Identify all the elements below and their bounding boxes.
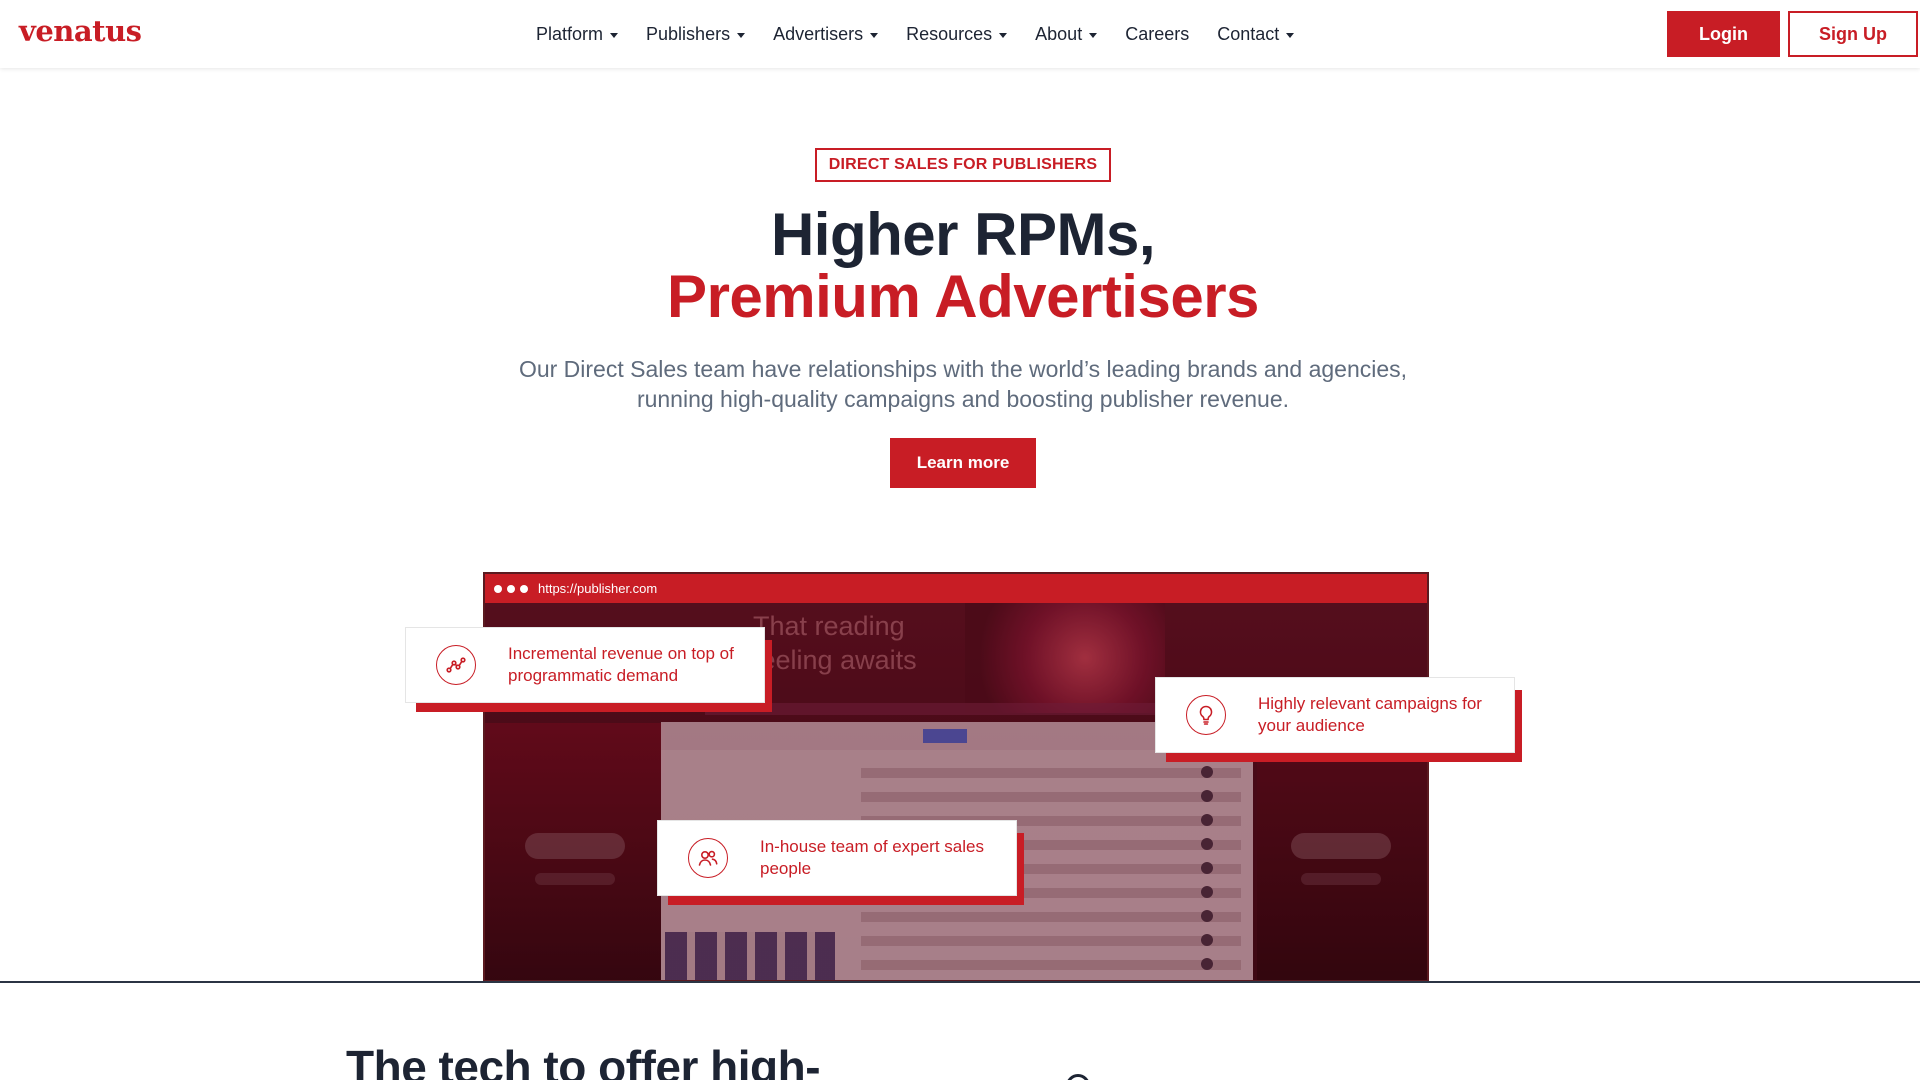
window-dot-icon: [507, 584, 515, 593]
nav-item-resources[interactable]: Resources: [906, 23, 1008, 45]
chevron-down-icon: [870, 32, 879, 38]
chevron-down-icon: [1286, 32, 1295, 38]
nav-label: About: [1035, 23, 1083, 44]
nav-label: Contact: [1217, 23, 1280, 44]
decorative-circle-icon: [1066, 1074, 1090, 1080]
window-dot-icon: [520, 584, 528, 593]
chart-line-icon: [436, 645, 476, 685]
main-nav: Platform Publishers Advertisers Resource…: [536, 0, 1322, 68]
chevron-down-icon: [610, 32, 619, 38]
hero-subtitle-line1: Our Direct Sales team have relationships…: [518, 356, 1408, 382]
login-button[interactable]: Login: [1667, 11, 1780, 57]
feature-text-line1: Highly relevant campaigns for: [1258, 694, 1482, 713]
nav-item-about[interactable]: About: [1035, 23, 1098, 45]
nav-label: Advertisers: [773, 23, 864, 44]
nav-item-contact[interactable]: Contact: [1217, 23, 1295, 45]
feature-card-relevant-campaigns: Highly relevant campaigns for your audie…: [1155, 677, 1515, 753]
feature-text: Highly relevant campaigns for your audie…: [1258, 693, 1482, 737]
feature-text: Incremental revenue on top of programmat…: [508, 643, 734, 687]
signup-button[interactable]: Sign Up: [1788, 11, 1918, 57]
nav-item-platform[interactable]: Platform: [536, 23, 619, 45]
chevron-down-icon: [999, 32, 1008, 38]
feature-text-line2: your audience: [1258, 716, 1365, 735]
section-divider: [0, 981, 1920, 983]
users-icon: [688, 838, 728, 878]
nav-label: Publishers: [646, 23, 731, 44]
nav-item-publishers[interactable]: Publishers: [646, 23, 746, 45]
feature-text-line1: Incremental revenue on top of: [508, 644, 734, 663]
nav-label: Careers: [1125, 23, 1190, 44]
chevron-down-icon: [737, 32, 746, 38]
venatus-logo[interactable]: venatus: [19, 14, 142, 48]
chevron-down-icon: [1089, 32, 1098, 38]
feature-text-line1: In-house team of expert sales: [760, 837, 984, 856]
nav-item-advertisers[interactable]: Advertisers: [773, 23, 879, 45]
lightbulb-icon: [1186, 695, 1226, 735]
eyebrow-badge: DIRECT SALES FOR PUBLISHERS: [815, 148, 1111, 182]
hero-title-line1: Higher RPMs,: [770, 201, 1156, 268]
feature-card-incremental-revenue: Incremental revenue on top of programmat…: [405, 627, 765, 703]
browser-address-bar: https://publisher.com: [485, 574, 1427, 603]
window-dot-icon: [494, 584, 502, 593]
nav-label: Resources: [906, 23, 993, 44]
nav-label: Platform: [536, 23, 604, 44]
browser-url: https://publisher.com: [538, 581, 658, 596]
feature-text-line2: people: [760, 859, 812, 878]
site-header: venatus Platform Publishers Advertisers …: [0, 0, 1920, 68]
hero-subtitle-line2: running high-quality campaigns and boost…: [636, 386, 1290, 412]
hero-subtitle: Our Direct Sales team have relationships…: [460, 354, 1466, 414]
feature-text: In-house team of expert sales people: [760, 836, 984, 880]
feature-text-line2: programmatic demand: [508, 666, 679, 685]
section-title: The tech to offer high-: [346, 1041, 821, 1080]
hero-title: Higher RPMs, Premium Advertisers: [0, 204, 1920, 328]
feature-card-inhouse-team: In-house team of expert sales people: [657, 820, 1017, 896]
nav-item-careers[interactable]: Careers: [1125, 24, 1189, 45]
learn-more-button[interactable]: Learn more: [890, 438, 1036, 488]
hero-title-line2: Premium Advertisers: [667, 263, 1259, 330]
